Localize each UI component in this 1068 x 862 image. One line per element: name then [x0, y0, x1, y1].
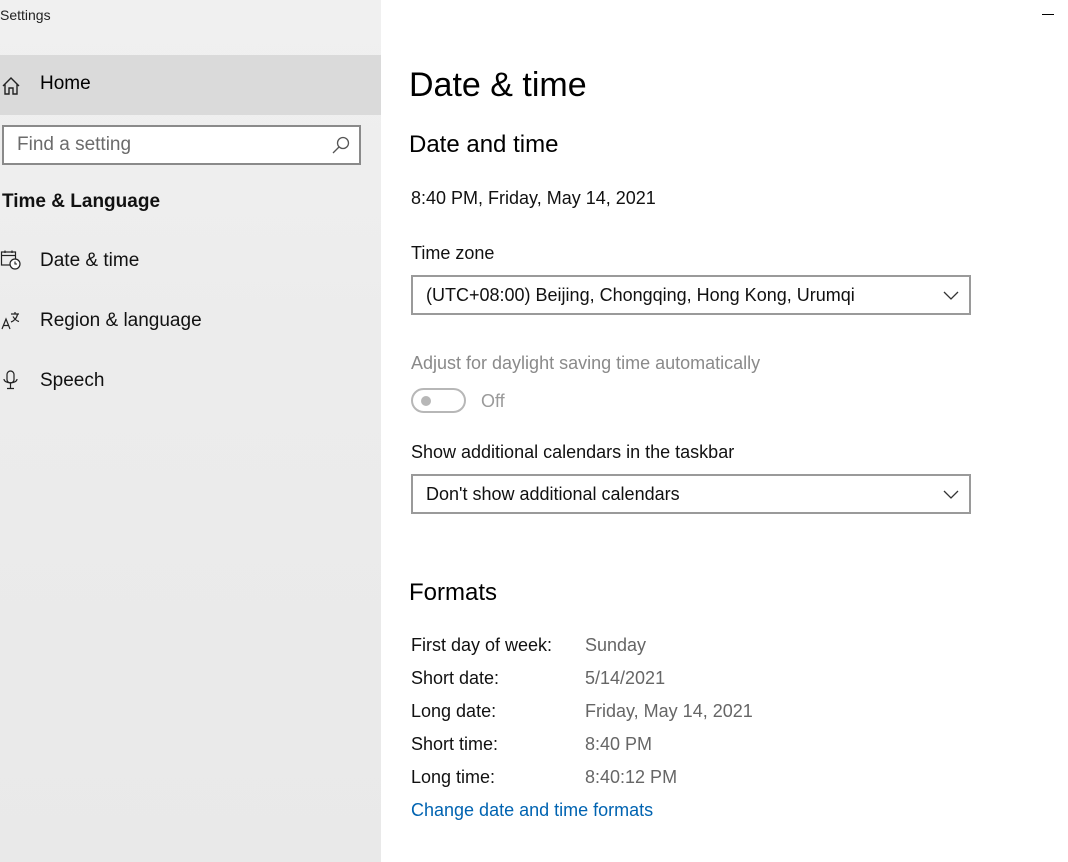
section-title: Time & Language [2, 191, 161, 212]
format-value: Friday, May 14, 2021 [585, 701, 753, 721]
format-value: Sunday [585, 635, 647, 655]
search-box [2, 125, 361, 165]
app-title: Settings [0, 7, 51, 23]
sidebar-item-date-time[interactable]: Date & time [0, 236, 381, 286]
format-value: 8:40 PM [585, 734, 653, 754]
sidebar-item-label: Region & language [40, 310, 202, 331]
main-content: Date & time Date and time 8:40 PM, Frida… [381, 0, 1068, 862]
language-icon [1, 312, 20, 330]
format-label: First day of week: [411, 635, 553, 655]
sidebar-item-label: Speech [40, 370, 105, 391]
dst-label: Adjust for daylight saving time automati… [411, 353, 761, 373]
page-title: Date & time [409, 66, 587, 104]
format-value: 5/14/2021 [585, 668, 666, 688]
sidebar-item-region-language[interactable]: Region & language [0, 296, 381, 346]
search-input[interactable] [4, 127, 324, 163]
home-icon [2, 77, 20, 95]
sidebar-item-speech[interactable]: Speech [0, 356, 381, 406]
sidebar: Settings Home Time & Language Date & tim… [0, 0, 381, 862]
timezone-dropdown[interactable]: (UTC+08:00) Beijing, Chongqing, Hong Kon… [411, 275, 971, 315]
format-label: Short date: [411, 668, 500, 688]
change-formats-link[interactable]: Change date and time formats [411, 800, 653, 821]
format-label: Long time: [411, 767, 496, 787]
search-icon[interactable] [331, 135, 351, 155]
toggle-knob [421, 396, 431, 406]
timezone-label: Time zone [411, 243, 495, 263]
chevron-down-icon [943, 490, 959, 499]
current-date-time: 8:40 PM, Friday, May 14, 2021 [411, 188, 656, 208]
formats-heading: Formats [409, 579, 498, 606]
format-label: Short time: [411, 734, 499, 754]
date-time-heading: Date and time [409, 131, 559, 158]
calendars-dropdown[interactable]: Don't show additional calendars [411, 474, 971, 514]
format-label: Long date: [411, 701, 497, 721]
sidebar-item-label: Home [40, 73, 91, 94]
timezone-value: (UTC+08:00) Beijing, Chongqing, Hong Kon… [426, 285, 855, 305]
calendar-clock-icon [0, 250, 21, 270]
dst-toggle[interactable] [411, 388, 466, 413]
chevron-down-icon [943, 291, 959, 300]
dst-toggle-state: Off [481, 391, 505, 411]
format-value: 8:40:12 PM [585, 767, 678, 787]
calendars-value: Don't show additional calendars [426, 484, 680, 504]
microphone-icon [3, 370, 18, 390]
sidebar-item-home[interactable]: Home [0, 55, 381, 115]
calendars-label: Show additional calendars in the taskbar [411, 442, 735, 462]
sidebar-item-label: Date & time [40, 250, 140, 271]
